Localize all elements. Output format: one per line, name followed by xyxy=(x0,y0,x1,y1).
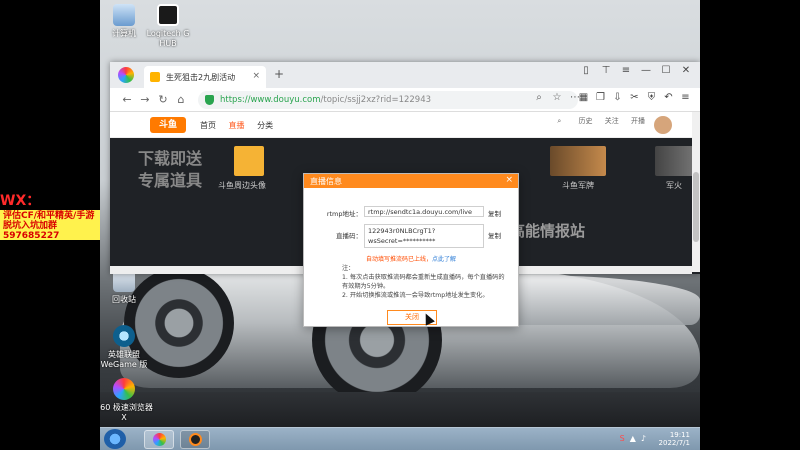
grid-icon[interactable]: ▦ xyxy=(575,92,592,103)
site-tools: ⌕ 历史 关注 开播 xyxy=(547,116,650,126)
rtmp-field[interactable]: rtmp://sendtc1a.douyu.com/live xyxy=(364,206,484,217)
thumb-caption: 斗鱼周边头像 xyxy=(218,181,266,190)
refresh-icon[interactable]: ↻ xyxy=(154,93,172,106)
logitech-icon xyxy=(157,4,179,26)
browser-tab[interactable]: 生死狙击2九剧活动 × xyxy=(144,66,266,88)
desktop-icon-wegame[interactable]: 英雄联盟 WeGame 版 xyxy=(100,325,154,370)
tab-title: 生死狙击2九剧活动 xyxy=(166,73,236,82)
clock[interactable]: 19:11 2022/7/1 xyxy=(659,431,690,447)
promo-overlay-box: 评估CF/和平精英/手游 脱坑入坑加群597685227 xyxy=(0,210,100,241)
360-browser-icon xyxy=(113,378,135,400)
site-logo[interactable]: 斗鱼 xyxy=(150,117,186,133)
volume-icon[interactable]: ♪ xyxy=(641,434,646,443)
tabs-icon[interactable]: ❐ xyxy=(592,92,609,103)
taskbar-logitech[interactable] xyxy=(180,430,210,449)
minimize-button[interactable]: — xyxy=(636,65,656,76)
star-icon[interactable]: ☆ xyxy=(548,92,566,103)
stream-info-dialog: 直播信息 × rtmp地址： rtmp://sendtc1a.douyu.com… xyxy=(303,173,519,327)
vertical-scrollbar[interactable] xyxy=(692,112,700,272)
tab-close-icon[interactable]: × xyxy=(252,71,260,81)
copy-key-button[interactable]: 复制 xyxy=(488,230,501,240)
toolbar-icons: ▦ ❐ ⇩ ✂ ⛨ ↶ ≡ xyxy=(575,92,694,103)
taskbar: S ▲ ♪ 19:11 2022/7/1 xyxy=(100,427,700,450)
window-controls: ▯ ⊤ ≡ — ☐ ✕ xyxy=(576,65,696,76)
browser-window: 生死狙击2九剧活动 × + ▯ ⊤ ≡ — ☐ ✕ ← → ↻ ⌂ https://www.do… xyxy=(110,62,700,327)
douyu-favicon-icon xyxy=(150,72,160,82)
learn-more-link[interactable]: 点此了解 xyxy=(432,256,456,263)
desktop-icon-recycle-bin[interactable]: 回收站 xyxy=(100,270,154,305)
url-host: https://www.douyu.com xyxy=(220,95,321,105)
avatar[interactable] xyxy=(654,116,672,134)
copy-rtmp-button[interactable]: 复制 xyxy=(488,208,501,218)
dialog-close-icon[interactable]: × xyxy=(505,175,513,185)
scroll-thumb[interactable] xyxy=(693,172,699,242)
history-button[interactable]: 历史 xyxy=(574,116,598,126)
lol-icon xyxy=(113,325,135,347)
address-bar: ← → ↻ ⌂ https://www.douyu.com/topic/ssjj2xz… xyxy=(110,88,700,112)
dialog-notes: 注： 1. 每次点击获取推流码都会重新生成直播码，每个直播码的有效期为5分钟。 … xyxy=(342,265,505,299)
computer-icon xyxy=(113,4,135,26)
follow-button[interactable]: 关注 xyxy=(600,116,624,126)
nav-live[interactable]: 直播 xyxy=(229,121,245,130)
maximize-button[interactable]: ☐ xyxy=(656,65,676,76)
road xyxy=(100,392,700,428)
shirt-icon[interactable]: ⊤ xyxy=(596,65,616,76)
key-field[interactable]: 122943r0NLBCrgT1?wsSecret=********** xyxy=(364,224,484,248)
shield-icon[interactable]: ⛨ xyxy=(643,92,660,103)
ime-icon[interactable]: S xyxy=(620,434,625,443)
nav-category[interactable]: 分类 xyxy=(257,121,273,130)
forward-icon[interactable]: → xyxy=(136,93,154,106)
rtmp-label: rtmp地址： xyxy=(326,210,362,218)
nav-home[interactable]: 首页 xyxy=(200,121,216,130)
new-tab-button[interactable]: + xyxy=(274,67,284,81)
tray-icons: S ▲ ♪ xyxy=(615,434,646,443)
site-nav: 首页 直播 分类 xyxy=(200,120,283,131)
close-window-button[interactable]: ✕ xyxy=(676,65,696,76)
logitech-icon xyxy=(188,433,202,446)
broadcast-button[interactable]: 开播 xyxy=(626,116,650,126)
search-icon[interactable]: ⌕ xyxy=(530,92,548,103)
taskbar-360-browser[interactable] xyxy=(144,430,174,449)
desktop-icon-360-browser[interactable]: 360 极速浏览器X xyxy=(100,378,154,423)
desktop: 计算机 Logitech G HUB 回收站 英雄联盟 WeGame 版 360… xyxy=(100,0,700,450)
secure-shield-icon xyxy=(205,95,214,105)
nav-buttons: ← → ↻ ⌂ xyxy=(118,93,190,106)
thumb-caption: 军火 xyxy=(666,181,682,190)
dialog-title: 直播信息 xyxy=(310,177,342,186)
cut-icon[interactable]: ✂ xyxy=(626,92,643,103)
key-scrollbar[interactable] xyxy=(368,247,480,248)
highlight-title: 高能情报站 xyxy=(510,222,586,240)
key-label: 直播码： xyxy=(336,232,362,240)
thumb-tag[interactable] xyxy=(550,146,606,176)
site-search-icon[interactable]: ⌕ xyxy=(547,117,571,126)
network-icon[interactable]: ▲ xyxy=(630,434,636,443)
settings-icon[interactable]: ≡ xyxy=(677,92,694,103)
browser-logo-icon[interactable] xyxy=(118,67,134,83)
reader-icon[interactable]: ▯ xyxy=(576,65,596,76)
download-icon[interactable]: ⇩ xyxy=(609,92,626,103)
back-icon[interactable]: ← xyxy=(118,93,136,106)
menu-icon[interactable]: ≡ xyxy=(616,65,636,76)
home-icon[interactable]: ⌂ xyxy=(172,93,190,106)
start-button[interactable] xyxy=(104,429,126,449)
tab-bar: 生死狙击2九剧活动 × + ▯ ⊤ ≡ — ☐ ✕ xyxy=(110,62,700,88)
url-field[interactable]: https://www.douyu.com/topic/ssjj2xz?rid=… xyxy=(198,91,578,109)
dialog-header: 直播信息 × xyxy=(304,174,518,188)
auto-fill-note: 自动填写推流码已上线，点此了解 xyxy=(366,256,457,263)
url-path: /topic/ssjj2xz?rid=122943 xyxy=(320,95,432,105)
undo-icon[interactable]: ↶ xyxy=(660,92,677,103)
thumb-caption: 斗鱼军牌 xyxy=(562,181,594,190)
desktop-icon-logitech[interactable]: Logitech G HUB xyxy=(138,4,198,49)
360-browser-icon xyxy=(152,433,166,446)
promo-text: 下载即送 专属道具 xyxy=(138,149,203,190)
thumb-avatar[interactable] xyxy=(234,146,264,176)
site-header: 斗鱼 首页 直播 分类 ⌕ 历史 关注 开播 xyxy=(110,112,700,138)
